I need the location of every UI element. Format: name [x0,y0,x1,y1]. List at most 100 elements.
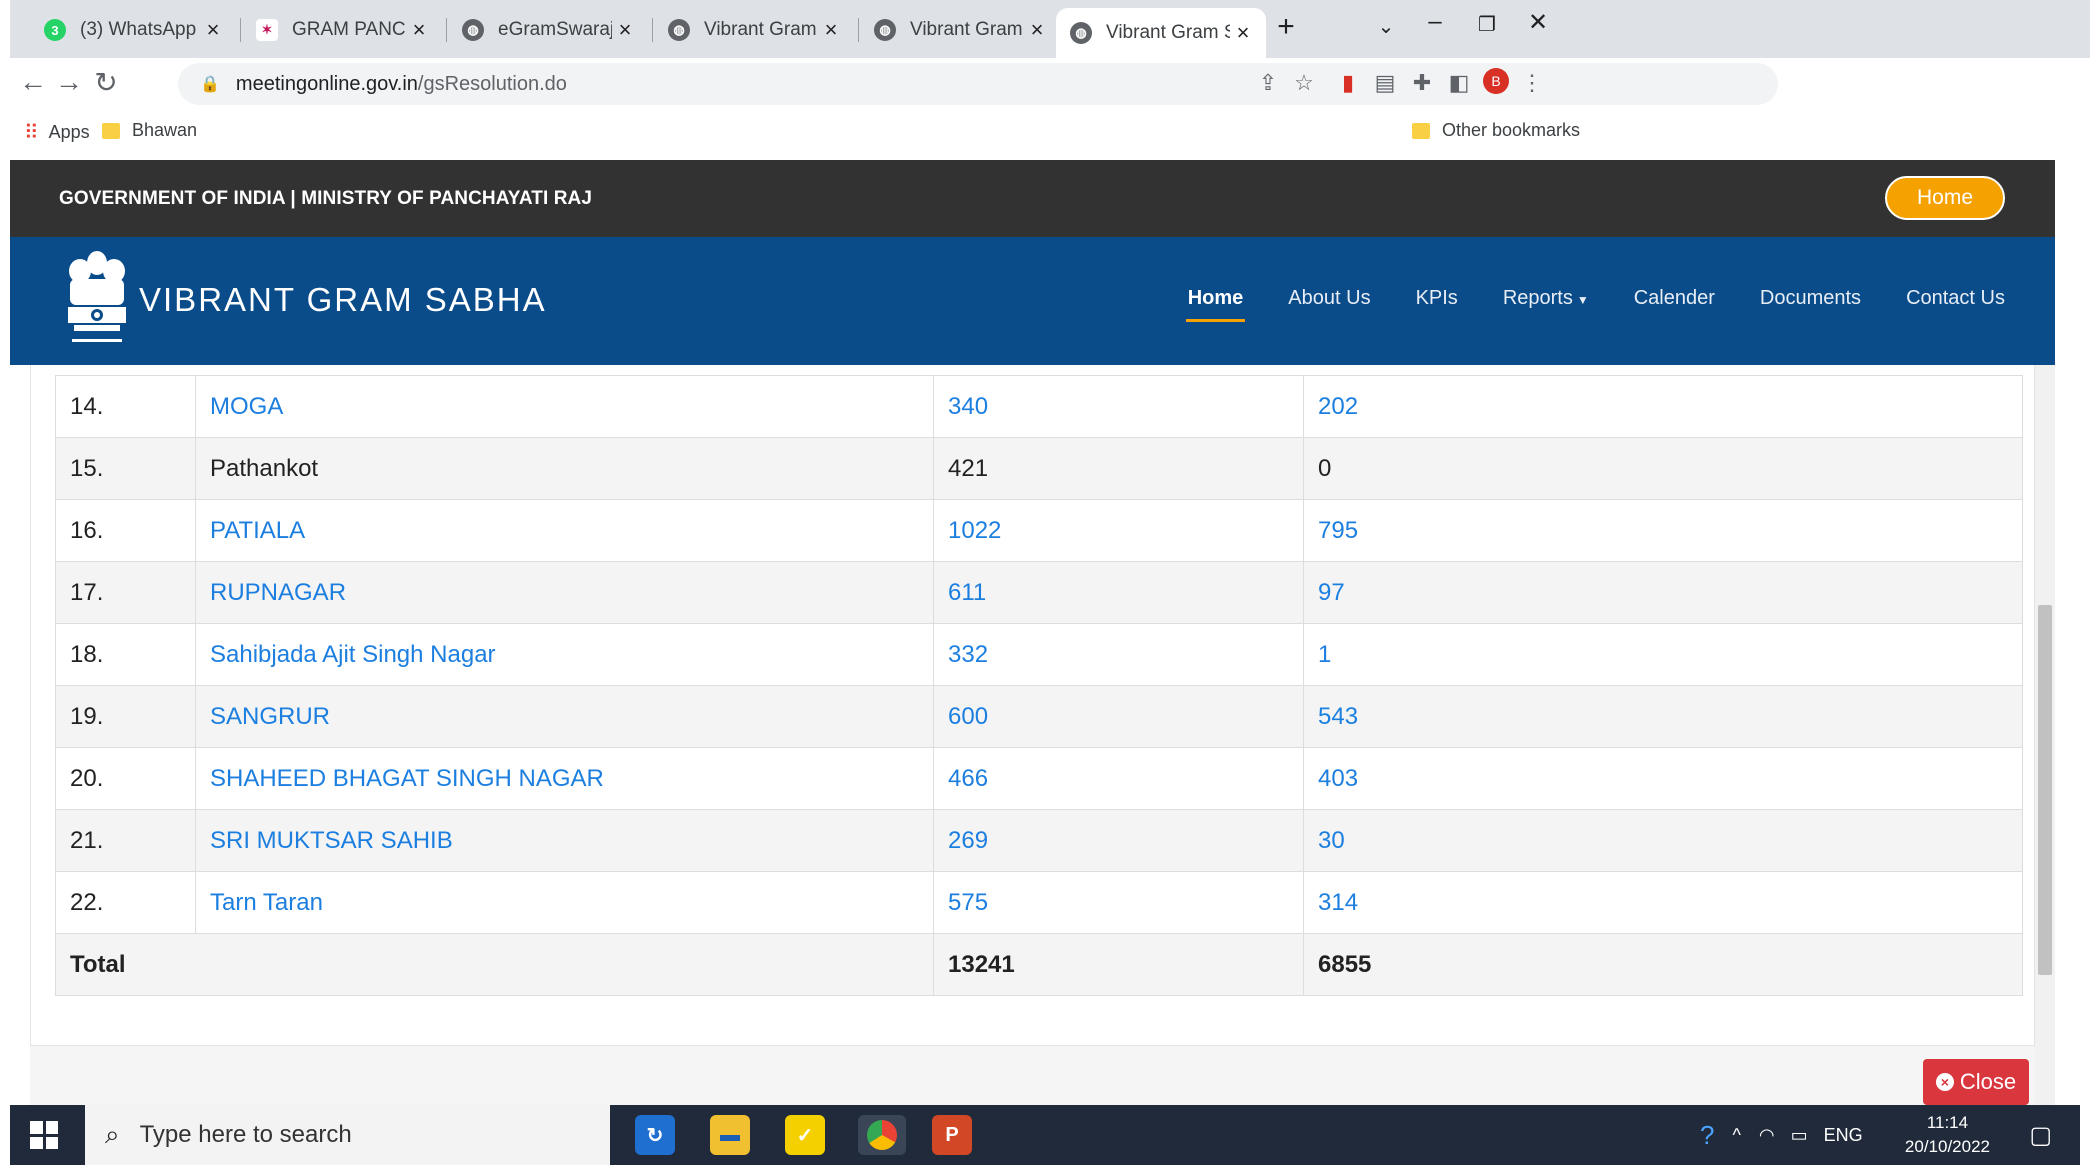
back-arrow-icon[interactable]: ← [15,66,51,98]
page-scrollbar[interactable] [2035,365,2055,1105]
windows-start-icon[interactable] [30,1121,58,1149]
table-row: 18. Sahibjada Ajit Singh Nagar 332 1 [55,623,2023,686]
home-button[interactable]: Home [1885,176,2005,220]
table-row: 14. MOGA 340 202 [55,375,2023,438]
table-cell: Pathankot [195,437,934,500]
extension-red-icon[interactable]: ▮ [1332,70,1364,96]
table-cell-link[interactable]: 403 [1318,765,1358,792]
profile-avatar[interactable]: B [1480,66,1512,94]
table-cell-link[interactable]: 611 [948,579,986,606]
battery-icon[interactable]: ▭ [1791,1125,1808,1146]
tab-strip: 3 (3) WhatsApp × ✶ GRAM PANCHAYAT DE × ◍… [10,0,2090,58]
nav-reports[interactable]: Reports ▼ [1503,287,1589,310]
close-button[interactable]: × Close [1923,1059,2029,1105]
taskbar-app-blue-icon[interactable]: ↻ [635,1115,675,1155]
table-cell: 14. [55,375,196,438]
taskbar-clock[interactable]: 11:14 20/10/2022 [1905,1111,1990,1159]
close-circle-icon: × [1935,1073,1954,1091]
table-total-row: Total 13241 6855 [55,933,2023,996]
tab-gram-panchayat[interactable]: ✶ GRAM PANCHAYAT DE × [242,8,442,52]
scrollbar-thumb[interactable] [2038,605,2052,975]
reload-icon[interactable]: ↻ [88,66,124,99]
table-cell-link[interactable]: Tarn Taran [210,889,323,916]
bookmark-bhawan[interactable]: Bhawan [102,120,197,141]
new-tab-button[interactable]: + [1266,10,1306,44]
table-cell-link[interactable]: SHAHEED BHAGAT SINGH NAGAR [210,765,604,792]
globe-icon: ◍ [1070,22,1092,44]
close-tab-icon[interactable]: × [406,17,432,43]
nav-home[interactable]: Home [1185,287,1245,322]
bookmark-star-icon[interactable]: ☆ [1288,70,1320,96]
chrome-icon[interactable] [858,1115,906,1155]
table-cell-link[interactable]: 1 [1318,641,1331,668]
close-tab-icon[interactable]: × [1230,20,1256,46]
table-cell-link[interactable]: 1022 [948,517,1001,544]
sticky-notes-icon[interactable]: ✓ [785,1115,825,1155]
table-cell-link[interactable]: SANGRUR [210,703,330,730]
taskbar-search[interactable]: ⌕ Type here to search [85,1105,610,1165]
help-icon[interactable]: ? [1700,1120,1714,1151]
menu-kebab-icon[interactable]: ⋮ [1516,70,1548,96]
table-cell-link[interactable]: SRI MUKTSAR SAHIB [210,827,453,854]
reading-list-icon[interactable]: ▤ [1369,70,1401,96]
table-cell-link[interactable]: Sahibjada Ajit Singh Nagar [210,641,496,668]
table-cell-link[interactable]: 314 [1318,889,1358,916]
table-cell-link[interactable]: 202 [1318,393,1358,420]
close-window-button[interactable]: ✕ [1518,8,1558,37]
tab-title: Vibrant Gram Sabha [1106,22,1230,43]
wifi-icon[interactable]: ◠ [1759,1125,1775,1146]
globe-icon: ◍ [874,19,896,41]
language-indicator[interactable]: ENG [1824,1125,1863,1146]
bookmark-label: Apps [48,122,90,142]
extensions-puzzle-icon[interactable]: ✚ [1406,70,1438,96]
share-icon[interactable]: ⇪ [1252,70,1284,96]
table-total-cell: 13241 [933,933,1304,996]
tab-egramswaraj[interactable]: ◍ eGramSwaraj-4 × [448,8,648,52]
powerpoint-icon[interactable]: P [932,1115,972,1155]
close-tab-icon[interactable]: × [818,17,844,43]
table-cell: 97 [1303,561,2023,624]
table-cell: 16. [55,499,196,562]
chevron-up-icon[interactable]: ^ [1732,1125,1740,1146]
tab-title: GRAM PANCHAYAT DE [292,19,406,40]
notification-icon[interactable]: ▢ [2029,1105,2052,1165]
table-cell-link[interactable]: 466 [948,765,988,792]
tab-title: Vibrant Gram Sabha [704,19,818,40]
table-cell: 21. [55,809,196,872]
table-cell-link[interactable]: MOGA [210,393,283,420]
nav-contact-us[interactable]: Contact Us [1906,287,2005,310]
table-cell-link[interactable]: 269 [948,827,988,854]
forward-arrow-icon[interactable]: → [51,66,87,98]
ashoka-emblem-logo [68,251,126,342]
restore-button[interactable]: ❐ [1467,12,1507,37]
tab-vibrant-gram-sabha-active[interactable]: ◍ Vibrant Gram Sabha × [1056,8,1266,58]
minimize-button[interactable]: – [1415,8,1455,36]
tab-whatsapp[interactable]: 3 (3) WhatsApp × [30,8,236,52]
table-cell-link[interactable]: PATIALA [210,517,305,544]
table-cell-link[interactable]: 340 [948,393,988,420]
table-cell-link[interactable]: 543 [1318,703,1358,730]
side-panel-icon[interactable]: ◧ [1443,70,1475,96]
tab-vibrant-gram-sabha-1[interactable]: ◍ Vibrant Gram Sabha × [654,8,854,52]
table-cell-link[interactable]: 97 [1318,579,1345,606]
table-row: 16. PATIALA 1022 795 [55,499,2023,562]
nav-kpis[interactable]: KPIs [1416,287,1458,310]
table-cell-link[interactable]: 332 [948,641,988,668]
nav-about-us[interactable]: About Us [1288,287,1370,310]
file-explorer-icon[interactable]: ▬ [710,1115,750,1155]
table-cell-link[interactable]: 795 [1318,517,1358,544]
table-row: 15. Pathankot 421 0 [55,437,2023,500]
nav-calender[interactable]: Calender [1634,287,1715,310]
close-tab-icon[interactable]: × [1024,17,1050,43]
table-cell-link[interactable]: 30 [1318,827,1345,854]
tab-search-chevron-icon[interactable]: ⌄ [1366,14,1406,39]
nav-documents[interactable]: Documents [1760,287,1861,310]
close-tab-icon[interactable]: × [612,17,638,43]
table-cell-link[interactable]: RUPNAGAR [210,579,346,606]
tab-vibrant-gram-sabha-2[interactable]: ◍ Vibrant Gram Sabha × [860,8,1060,52]
other-bookmarks[interactable]: Other bookmarks [1412,120,1580,141]
bookmark-apps[interactable]: ⠿ Apps [24,120,90,145]
close-tab-icon[interactable]: × [200,17,226,43]
table-cell-link[interactable]: 600 [948,703,988,730]
table-cell-link[interactable]: 575 [948,889,988,916]
